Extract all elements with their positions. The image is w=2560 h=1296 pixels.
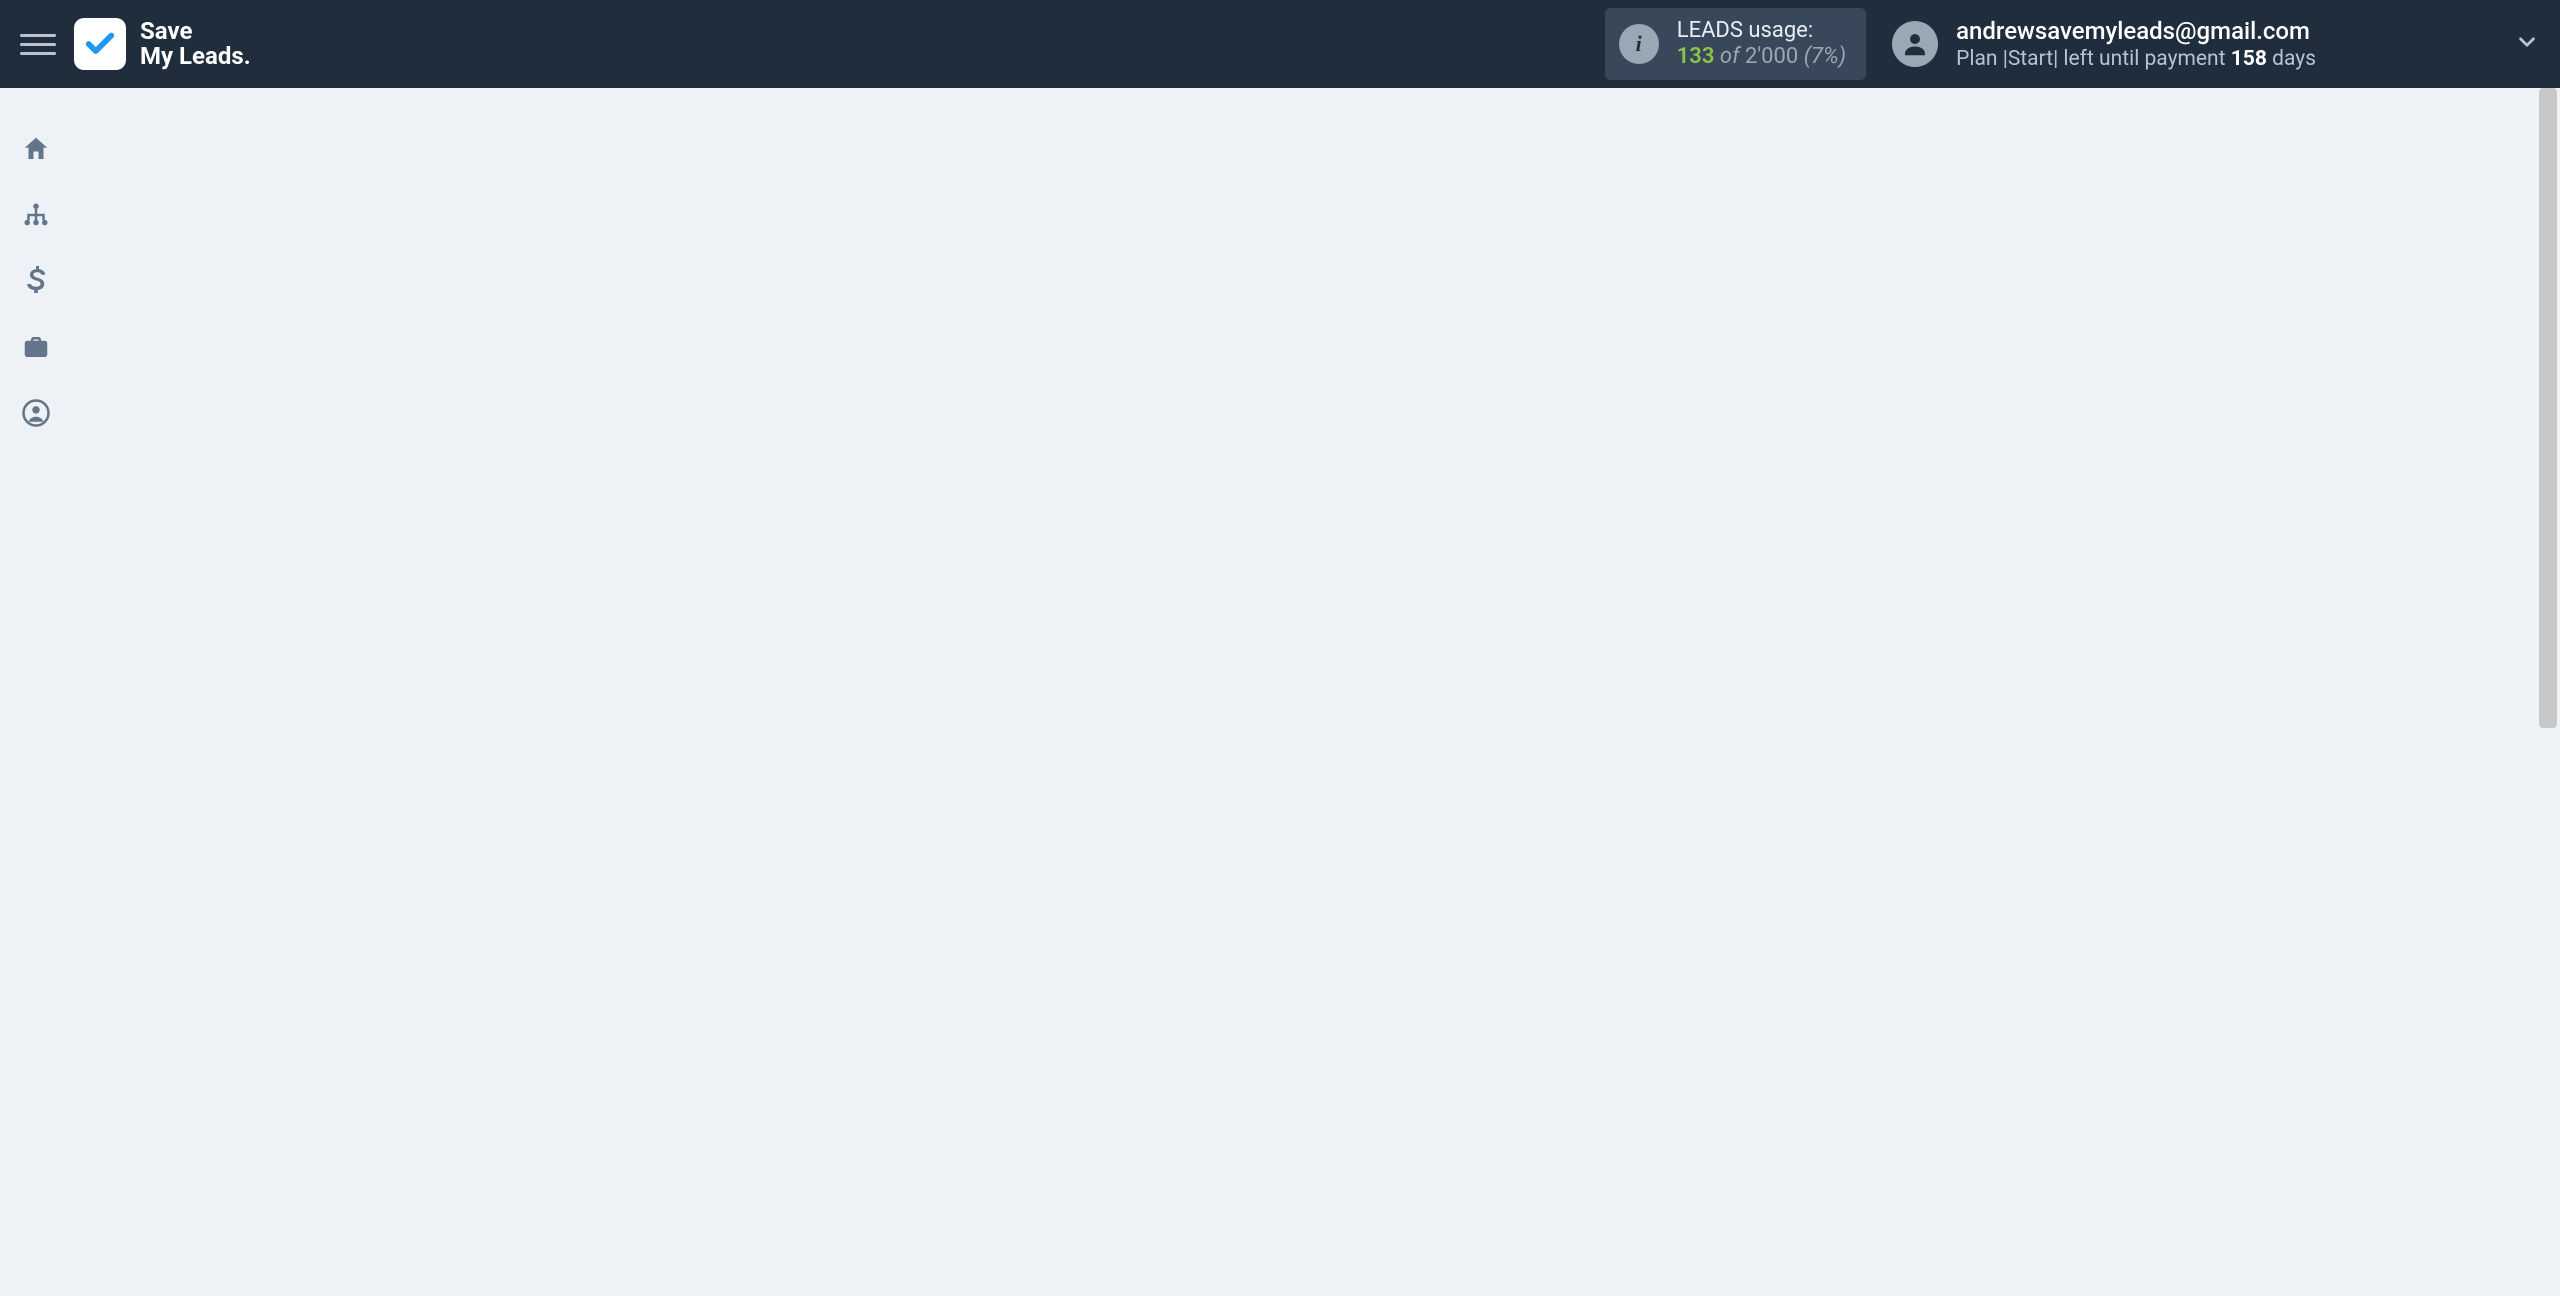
logo-text: Save My Leads. <box>140 19 251 69</box>
leads-usage-label: LEADS usage: <box>1677 18 1846 44</box>
app-logo[interactable]: Save My Leads. <box>74 18 251 70</box>
user-info: andrewsavemyleads@gmail.com Plan |Start|… <box>1956 16 2316 72</box>
sidebar-item-billing[interactable] <box>17 266 55 296</box>
leads-usage-numbers: 133 of 2'000 (7%) <box>1677 44 1846 70</box>
chevron-down-icon[interactable] <box>2514 29 2540 59</box>
avatar-icon <box>1892 21 1938 67</box>
leads-usage-widget[interactable]: i LEADS usage: 133 of 2'000 (7%) <box>1605 8 1866 81</box>
sidebar-item-integrations[interactable] <box>17 200 55 230</box>
sidebar-item-account[interactable] <box>17 398 55 428</box>
app-header: Save My Leads. i LEADS usage: 133 of 2'0… <box>0 0 2560 88</box>
user-menu[interactable]: andrewsavemyleads@gmail.com Plan |Start|… <box>1892 16 2540 72</box>
info-icon: i <box>1619 24 1659 64</box>
sidebar-item-business[interactable] <box>17 332 55 362</box>
sidebar-nav <box>0 88 72 134</box>
logo-icon <box>74 18 126 70</box>
menu-toggle-button[interactable] <box>20 28 56 60</box>
sidebar-item-home[interactable] <box>17 134 55 164</box>
